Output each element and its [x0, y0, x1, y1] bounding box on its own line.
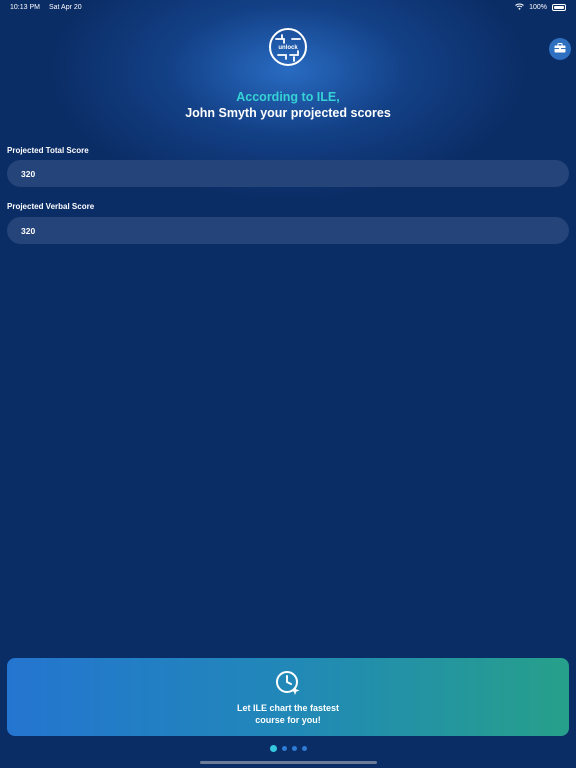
chart-course-card[interactable]: Let ILE chart the fastest course for you… — [7, 658, 569, 736]
heading-according: According to ILE, — [236, 90, 340, 104]
page-dot-2[interactable] — [281, 746, 287, 751]
total-score-label: Projected Total Score — [7, 146, 89, 155]
total-score-value: 320 — [21, 168, 36, 179]
home-indicator[interactable] — [200, 761, 377, 764]
status-bar: 10:13 PM Sat Apr 20 100% — [0, 0, 576, 14]
total-score-field[interactable]: 320 — [7, 160, 569, 187]
page-dot-1[interactable] — [269, 745, 277, 752]
unlock-logo: unlock — [268, 27, 308, 67]
verbal-score-field[interactable]: 320 — [7, 217, 569, 244]
clock-sparkle-icon — [275, 670, 301, 696]
status-date: Sat Apr 20 — [48, 3, 82, 11]
page-dot-3[interactable] — [291, 746, 297, 751]
heading-projected-scores: John Smyth your projected scores — [185, 106, 391, 120]
toolbox-button[interactable] — [549, 38, 571, 60]
logo-text: unlock — [278, 45, 298, 51]
verbal-score-label: Projected Verbal Score — [7, 202, 95, 211]
wifi-icon — [515, 3, 524, 12]
cta-text: Let ILE chart the fastest course for you… — [236, 703, 340, 725]
toolbox-icon — [554, 40, 566, 58]
page-dot-4[interactable] — [301, 746, 307, 751]
battery-percent: 100% — [529, 3, 547, 11]
verbal-score-value: 320 — [21, 225, 36, 236]
page-indicator — [0, 745, 576, 752]
status-time: 10:13 PM — [10, 3, 40, 11]
battery-icon — [552, 3, 566, 11]
